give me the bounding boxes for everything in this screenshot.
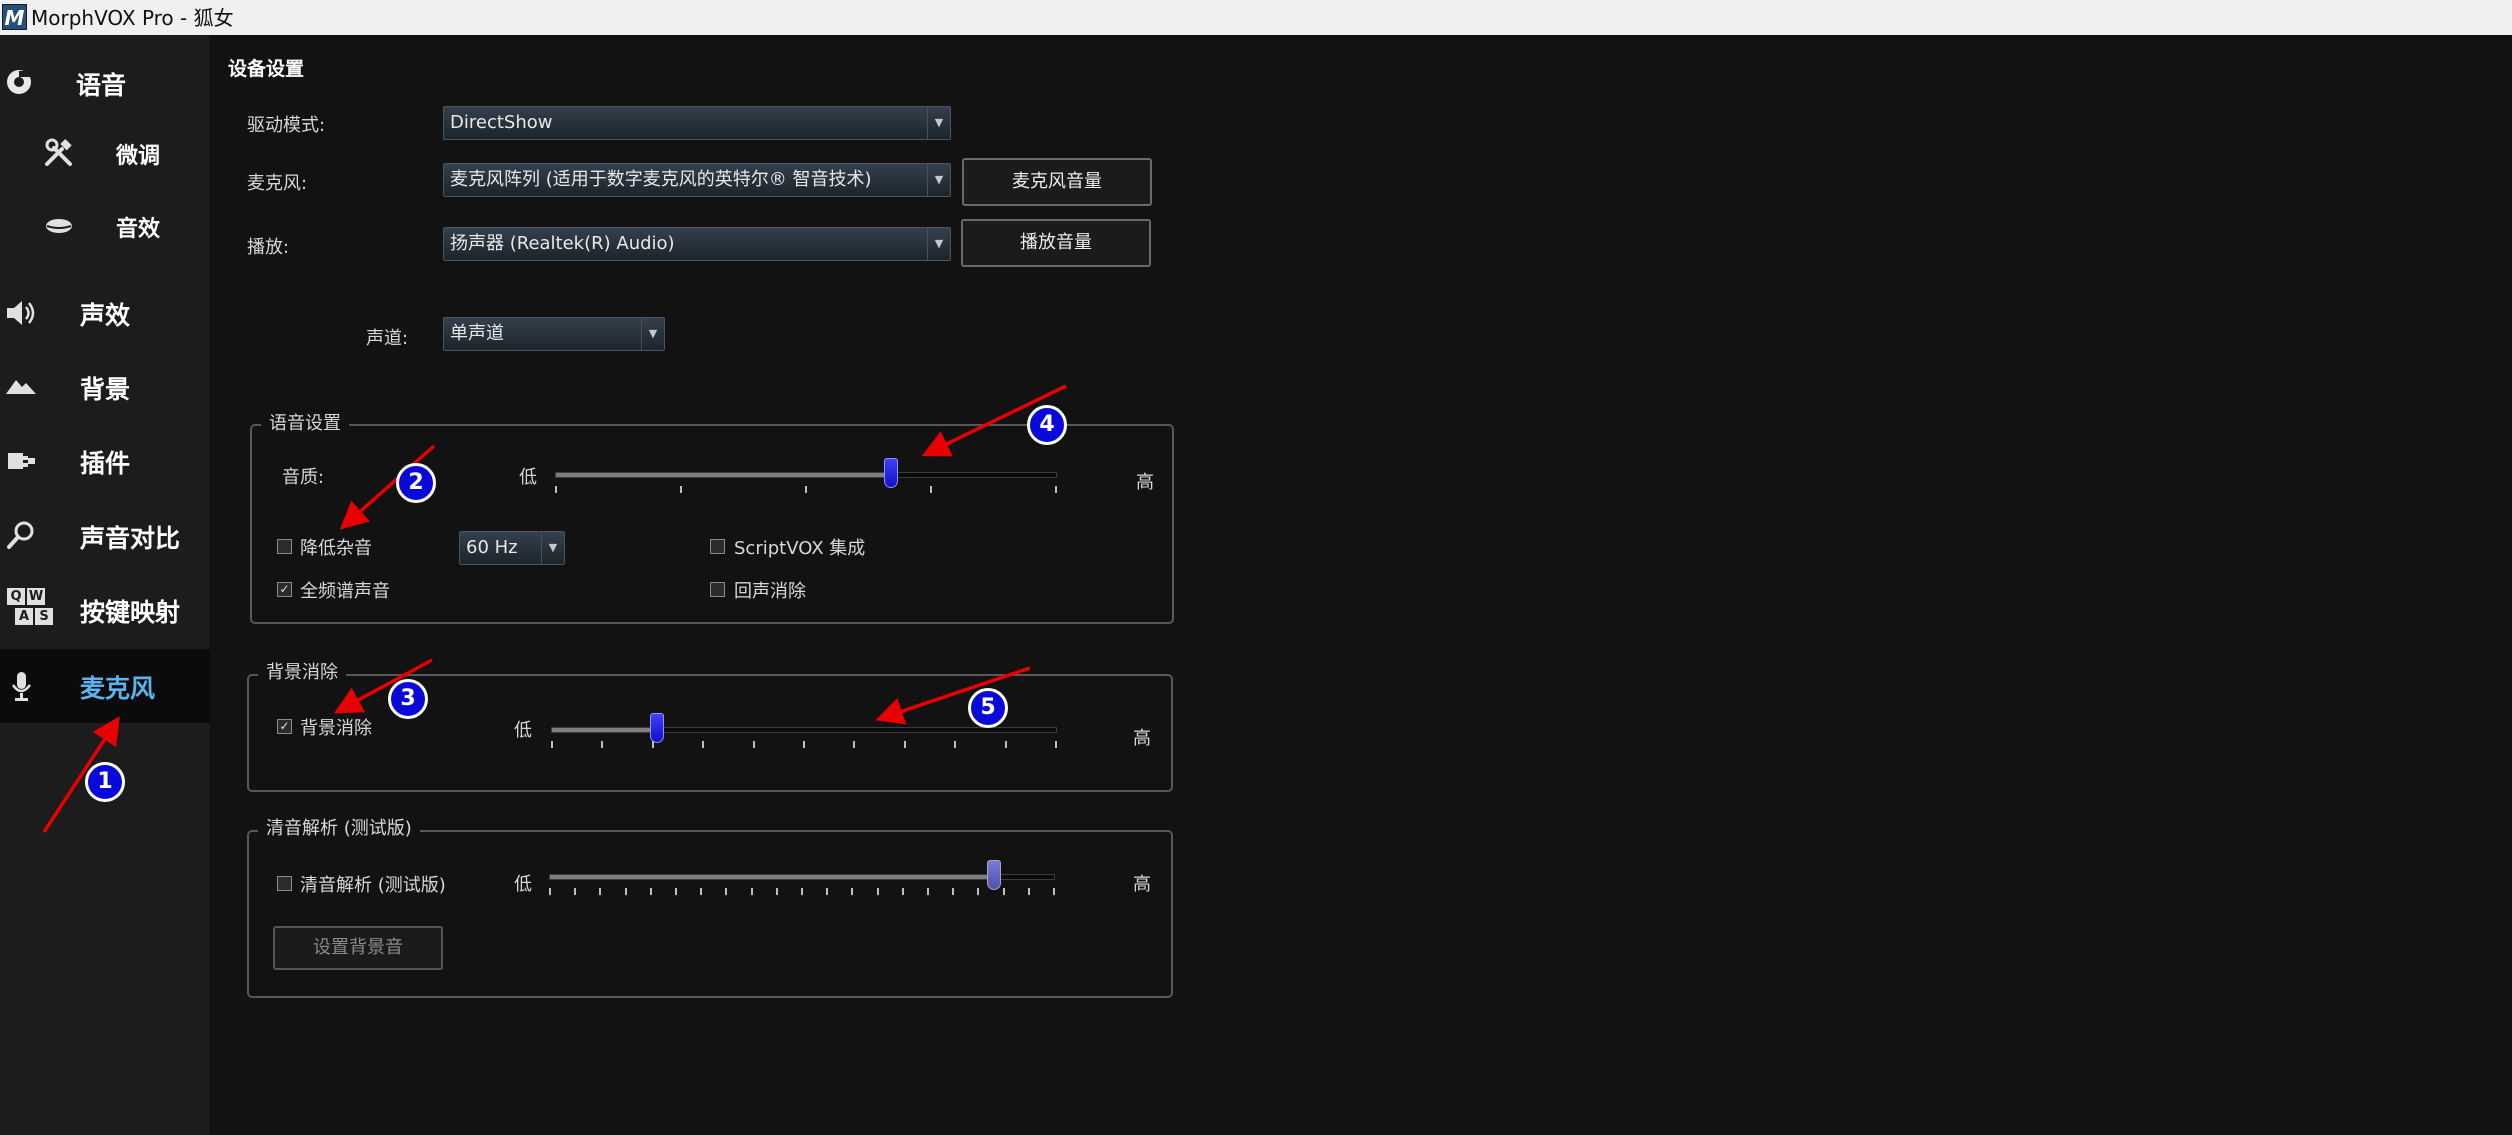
annotation-badge: 4 bbox=[1027, 405, 1067, 445]
annotation-arrows bbox=[42, 384, 1067, 833]
annotation-badge: 5 bbox=[968, 688, 1008, 728]
annotation-badge: 3 bbox=[388, 679, 428, 719]
annotation-badge: 2 bbox=[396, 463, 436, 503]
annotation-badge: 1 bbox=[85, 762, 125, 802]
